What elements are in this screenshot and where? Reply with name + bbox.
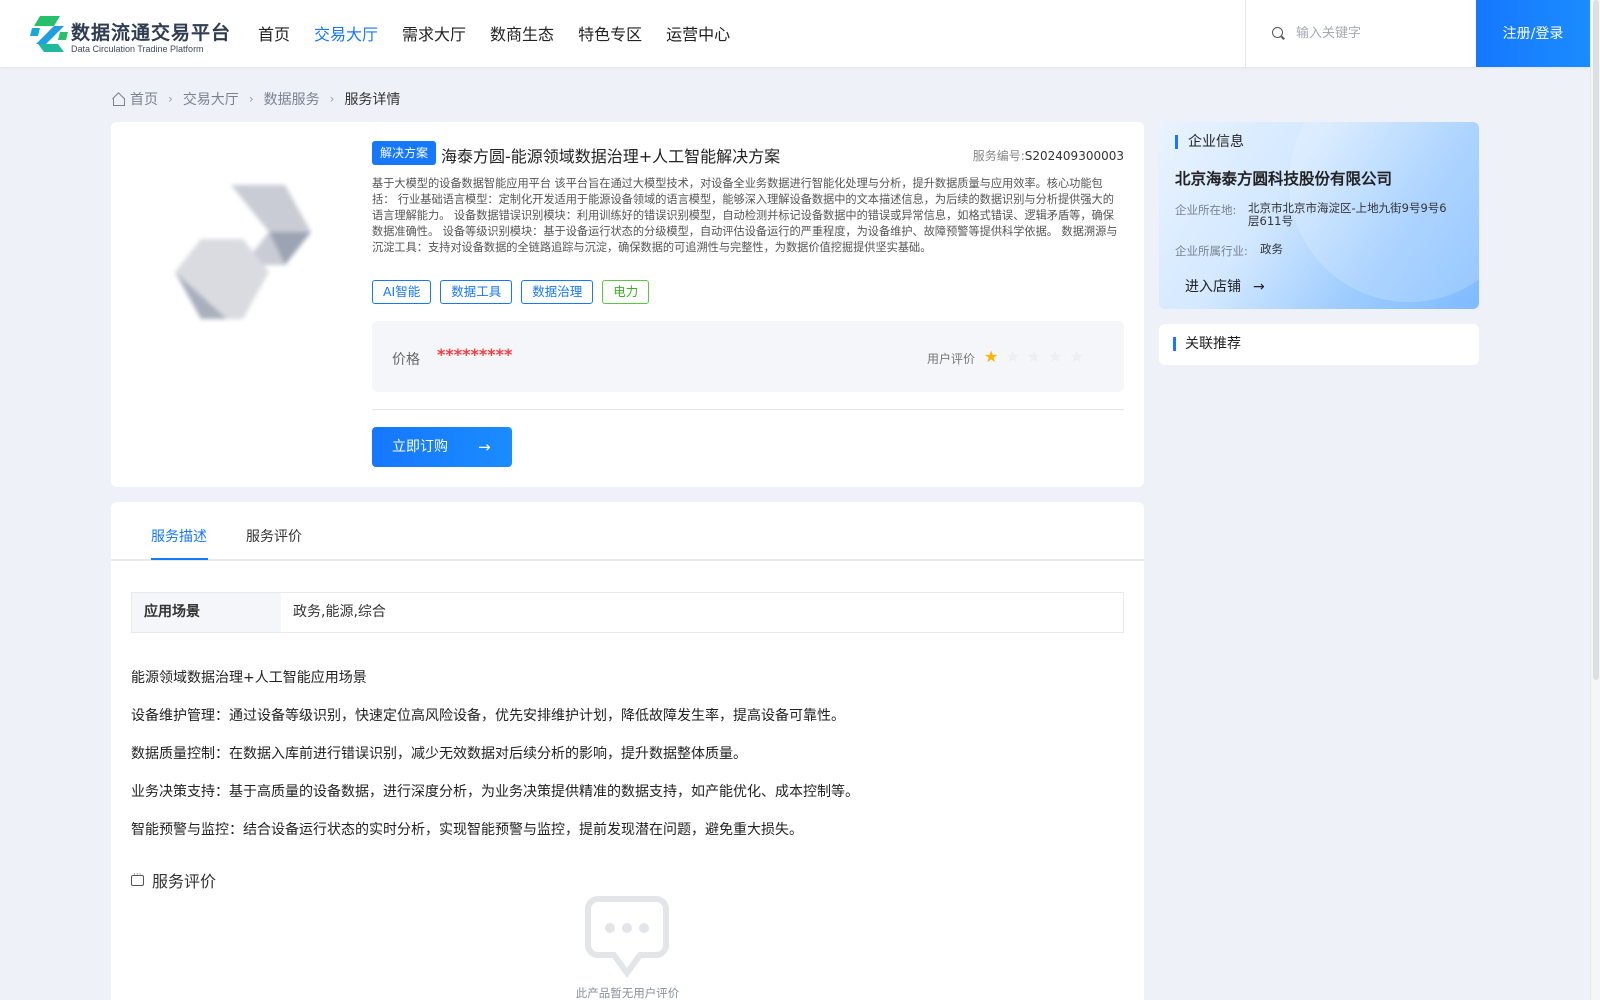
tag-power[interactable]: 电力 bbox=[602, 280, 650, 304]
enter-store-label: 进入店铺 bbox=[1185, 279, 1241, 295]
description-paragraph: 业务决策支持：基于高质量的设备数据，进行深度分析，为业务决策提供精准的数据支持，… bbox=[131, 784, 859, 800]
detail-tabs: 服务描述 服务评价 bbox=[111, 502, 1144, 561]
enterprise-location-row: 企业所在地: 北京市北京市海淀区-上地九街9号9号6层611号 bbox=[1175, 202, 1458, 228]
star-icon: ★ bbox=[1026, 347, 1042, 366]
price-panel: 价格 ********* 用户评价 ★ ★ ★ ★ ★ bbox=[372, 321, 1124, 392]
nav-operations[interactable]: 运营中心 bbox=[654, 0, 742, 67]
chat-icon bbox=[131, 870, 144, 886]
product-description: 基于大模型的设备数据智能应用平台 该平台旨在通过大模型技术，对设备全业务数据进行… bbox=[372, 177, 1118, 254]
description-paragraph: 设备维护管理：通过设备等级识别，快速定位高风险设备，优先安排维护计划，降低故障发… bbox=[131, 708, 845, 724]
nav-demand-hall[interactable]: 需求大厅 bbox=[390, 0, 478, 67]
service-number-value: S202409300003 bbox=[1024, 149, 1124, 163]
related-heading: 关联推荐 bbox=[1173, 337, 1241, 351]
logo-subtitle: Data Circulation Tradine Platform bbox=[71, 44, 204, 54]
description-paragraph: 能源领域数据治理+人工智能应用场景 bbox=[131, 670, 367, 686]
price-label: 价格 bbox=[392, 352, 420, 368]
logo-title: 数据流通交易平台 bbox=[71, 22, 232, 44]
enterprise-industry-value: 政务 bbox=[1260, 242, 1283, 256]
search-icon[interactable] bbox=[1272, 27, 1283, 38]
star-icon: ★ bbox=[1048, 347, 1063, 366]
service-number: 服务编号:S202409300003 bbox=[973, 147, 1124, 164]
application-scene-row: 应用场景 政务,能源,综合 bbox=[131, 592, 1124, 633]
reviews-section-heading: 服务评价 bbox=[131, 868, 216, 892]
reviews-heading-label: 服务评价 bbox=[152, 872, 217, 891]
chevron-right-icon: › bbox=[329, 92, 335, 106]
solution-type-tag: 解决方案 bbox=[372, 141, 437, 165]
arrow-right-icon: → bbox=[478, 438, 491, 456]
logo-icon bbox=[30, 16, 68, 52]
search-box bbox=[1245, 0, 1476, 67]
breadcrumb-trading-hall[interactable]: 交易大厅 bbox=[183, 89, 239, 109]
tab-service-description[interactable]: 服务描述 bbox=[151, 526, 207, 546]
enter-store-link[interactable]: 进入店铺 → bbox=[1185, 276, 1265, 296]
enterprise-info-card: 企业信息 北京海泰方圆科技股份有限公司 企业所在地: 北京市北京市海淀区-上地九… bbox=[1159, 122, 1479, 309]
rating-stars: ★ ★ ★ ★ ★ bbox=[984, 347, 1084, 366]
chevron-right-icon: › bbox=[248, 92, 254, 106]
empty-comment-icon bbox=[585, 896, 669, 979]
breadcrumb-data-service[interactable]: 数据服务 bbox=[264, 89, 320, 109]
nav-home[interactable]: 首页 bbox=[246, 0, 302, 67]
breadcrumb-current: 服务详情 bbox=[344, 92, 401, 108]
order-now-label: 立即订购 bbox=[392, 439, 448, 455]
nav-featured[interactable]: 特色专区 bbox=[566, 0, 654, 67]
chevron-right-icon: › bbox=[168, 92, 173, 106]
product-tags: AI智能 数据工具 数据治理 电力 bbox=[372, 280, 650, 304]
tag-ai[interactable]: AI智能 bbox=[372, 280, 432, 304]
home-icon bbox=[111, 92, 125, 106]
search-input[interactable] bbox=[1296, 20, 1466, 46]
description-paragraph: 智能预警与监控：结合设备运行状态的实时分析，实现智能预警与监控，提前发现潜在问题… bbox=[131, 822, 803, 838]
enterprise-location-label: 企业所在地: bbox=[1175, 203, 1237, 217]
scrollbar-thumb[interactable] bbox=[1593, 0, 1599, 680]
arrow-right-icon: → bbox=[1253, 279, 1265, 295]
order-now-button[interactable]: 立即订购 → bbox=[372, 427, 512, 467]
breadcrumb-home[interactable]: 首页 bbox=[130, 89, 158, 109]
page-scrollbar[interactable] bbox=[1590, 0, 1600, 1000]
enterprise-industry-label: 企业所属行业: bbox=[1175, 244, 1248, 258]
price-value: ********* bbox=[437, 345, 513, 364]
divider bbox=[372, 409, 1124, 410]
related-recommend-card: 关联推荐 bbox=[1159, 324, 1479, 365]
enterprise-name: 北京海泰方圆科技股份有限公司 bbox=[1175, 170, 1393, 188]
login-register-button[interactable]: 注册/登录 bbox=[1476, 0, 1590, 67]
enterprise-heading: 企业信息 bbox=[1175, 135, 1244, 149]
enterprise-industry-row: 企业所属行业: 政务 bbox=[1175, 243, 1470, 259]
star-icon: ★ bbox=[984, 347, 999, 366]
tag-data-governance[interactable]: 数据治理 bbox=[521, 280, 594, 304]
platform-logo[interactable]: 数据流通交易平台 Data Circulation Tradine Platfo… bbox=[30, 14, 230, 56]
top-header: 数据流通交易平台 Data Circulation Tradine Platfo… bbox=[0, 0, 1590, 67]
scene-label: 应用场景 bbox=[132, 593, 281, 632]
main-nav: 首页 交易大厅 需求大厅 数商生态 特色专区 运营中心 bbox=[246, 0, 742, 67]
product-card: 解决方案 海泰方圆-能源领域数据治理+人工智能解决方案 服务编号:S202409… bbox=[111, 122, 1144, 487]
active-tab-indicator bbox=[151, 558, 208, 560]
tab-service-reviews[interactable]: 服务评价 bbox=[246, 526, 302, 546]
service-number-label: 服务编号: bbox=[972, 149, 1025, 163]
description-paragraph: 数据质量控制：在数据入库前进行错误识别，减少无效数据对后续分析的影响，提升数据整… bbox=[131, 746, 747, 762]
tag-data-tool[interactable]: 数据工具 bbox=[440, 280, 513, 304]
empty-reviews-text: 此产品暂无用户评价 bbox=[575, 986, 680, 1000]
star-icon: ★ bbox=[1005, 347, 1020, 366]
nav-ecosystem[interactable]: 数商生态 bbox=[478, 0, 566, 67]
breadcrumb: 首页 › 交易大厅 › 数据服务 › 服务详情 bbox=[111, 89, 400, 109]
rating-label: 用户评价 bbox=[927, 352, 976, 366]
nav-trading-hall[interactable]: 交易大厅 bbox=[302, 0, 390, 67]
scene-value: 政务,能源,综合 bbox=[293, 604, 386, 620]
service-detail-panel: 服务描述 服务评价 应用场景 政务,能源,综合 能源领域数据治理+人工智能应用场… bbox=[111, 502, 1144, 1000]
star-icon: ★ bbox=[1069, 347, 1084, 366]
product-title: 海泰方圆-能源领域数据治理+人工智能解决方案 bbox=[441, 147, 781, 166]
enterprise-location-value: 北京市北京市海淀区-上地九街9号9号6层611号 bbox=[1248, 201, 1447, 228]
product-image bbox=[175, 185, 311, 319]
